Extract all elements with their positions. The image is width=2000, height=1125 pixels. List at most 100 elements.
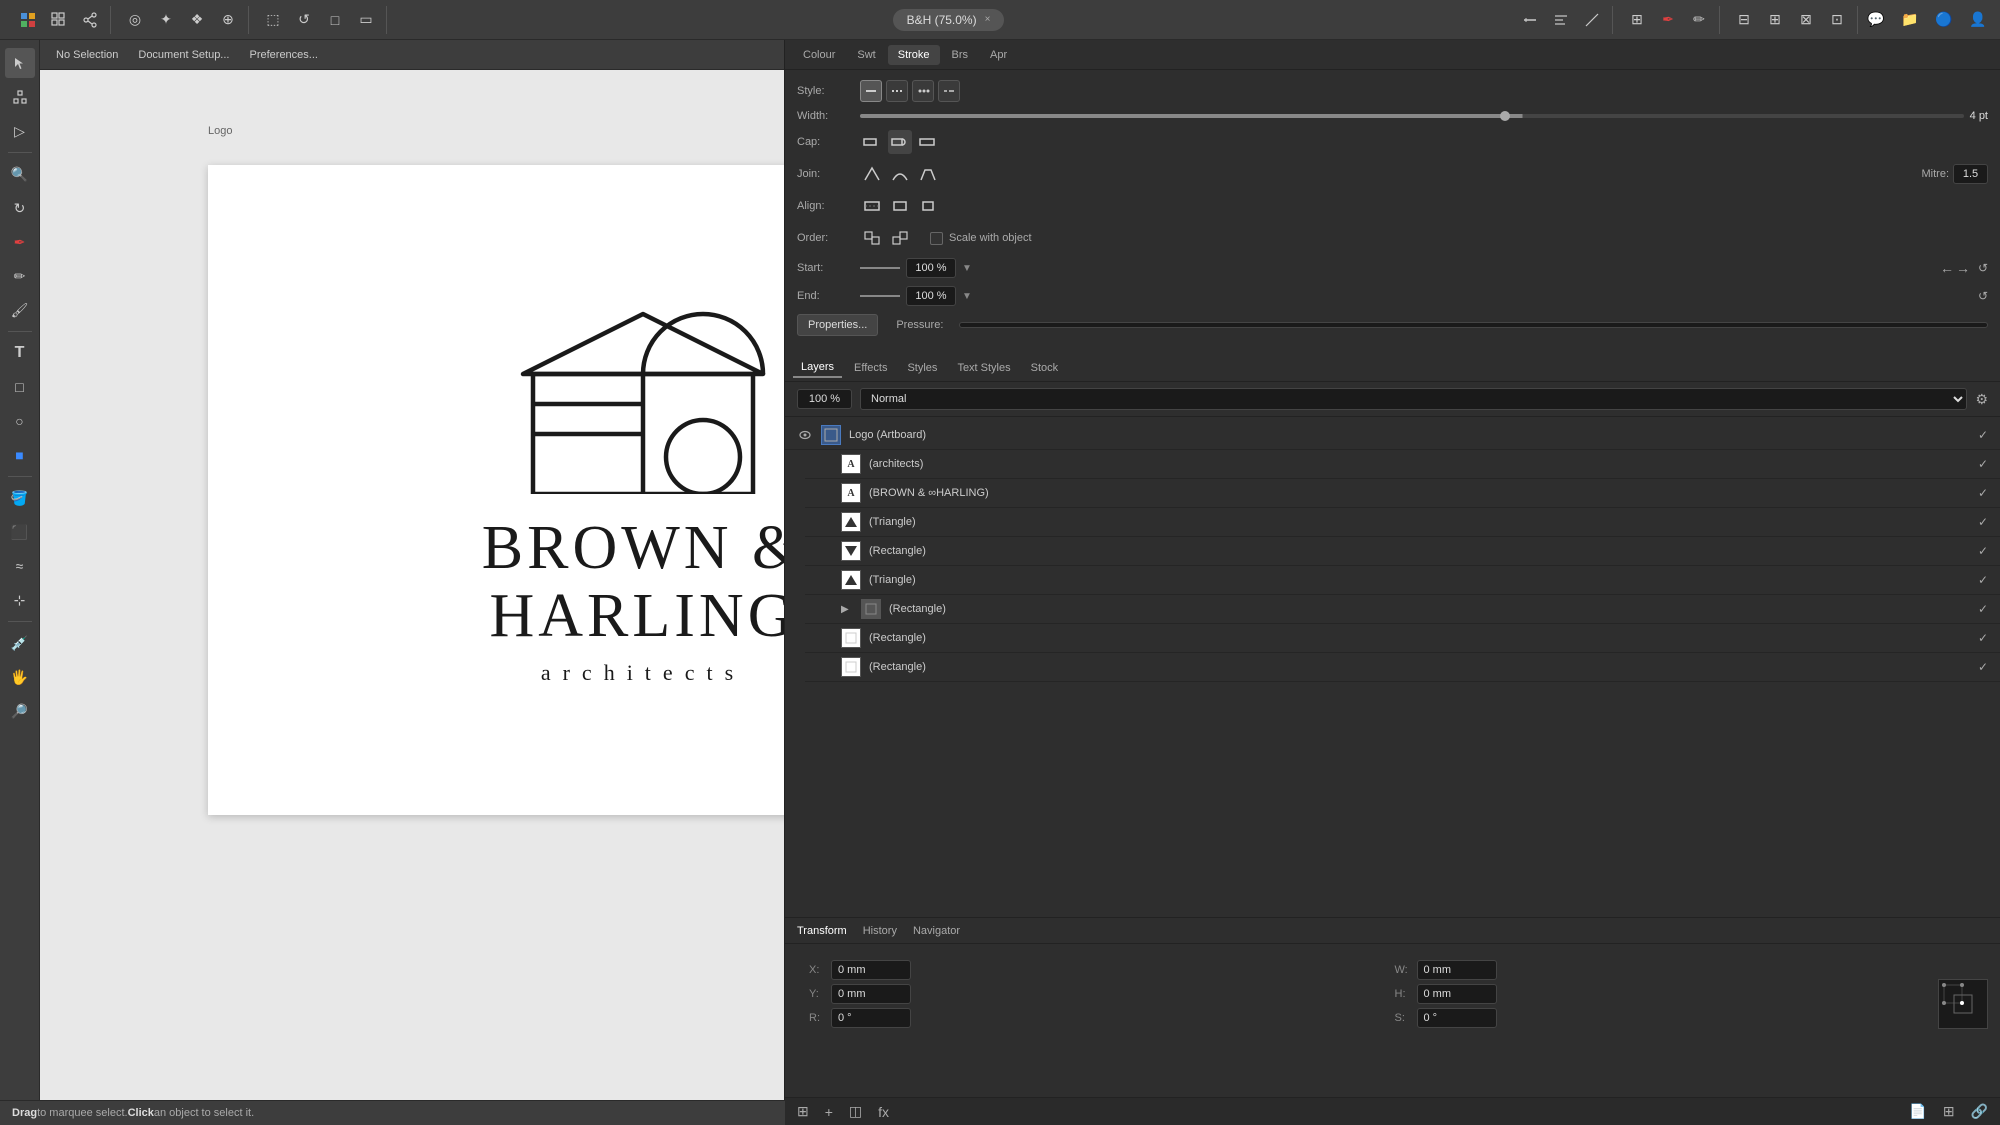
blend-mode-select[interactable]: Normal Multiply Screen xyxy=(860,388,1967,410)
edit-btn2[interactable]: ↺ xyxy=(290,6,318,34)
panel-btn2[interactable]: ⊞ xyxy=(1761,6,1789,34)
view-btn2[interactable]: ✦ xyxy=(152,6,180,34)
layer-brown-harling[interactable]: A (BROWN & ∞HARLING) ✓ xyxy=(805,479,2000,508)
stroke-style-solid[interactable] xyxy=(860,80,882,102)
document-setup-btn[interactable]: Document Setup... xyxy=(130,46,237,64)
edit-btn4[interactable]: ▭ xyxy=(352,6,380,34)
rect-tool[interactable]: ■ xyxy=(5,440,35,470)
add-layer-icon[interactable]: + xyxy=(821,1102,837,1122)
stroke-style-dots[interactable] xyxy=(912,80,934,102)
measure-btn[interactable] xyxy=(1578,6,1606,34)
pen-btn[interactable]: ✒ xyxy=(1654,6,1682,34)
sub-tab-text-styles[interactable]: Text Styles xyxy=(949,359,1018,377)
circle-btn[interactable]: 🔵 xyxy=(1930,6,1958,34)
layer-triangle1[interactable]: (Triangle) ✓ xyxy=(805,508,2000,537)
width-slider[interactable] xyxy=(860,114,1964,118)
user-btn[interactable]: 👤 xyxy=(1964,6,1992,34)
folder-btn[interactable]: 📁 xyxy=(1896,6,1924,34)
share-btn[interactable] xyxy=(76,6,104,34)
fx-icon[interactable]: fx xyxy=(874,1102,893,1122)
eyedropper-tool[interactable]: 💉 xyxy=(5,628,35,658)
view-btn1[interactable]: ◎ xyxy=(121,6,149,34)
select-tool[interactable] xyxy=(5,48,35,78)
fill-tool[interactable]: 🪣 xyxy=(5,483,35,513)
layer-expand-rect2[interactable]: ▶ xyxy=(841,604,853,615)
transform-tab-history[interactable]: History xyxy=(859,923,901,939)
grid-btn[interactable] xyxy=(45,6,73,34)
cap-butt[interactable] xyxy=(860,130,884,154)
tab-stroke[interactable]: Stroke xyxy=(888,45,940,65)
sub-tab-stock[interactable]: Stock xyxy=(1023,359,1067,377)
node-tool[interactable] xyxy=(5,82,35,112)
transform-tab-transform[interactable]: Transform xyxy=(793,923,851,939)
app-logo-btn[interactable] xyxy=(14,6,42,34)
slider-thumb[interactable] xyxy=(1500,111,1510,121)
pencil-tool[interactable]: ✏ xyxy=(5,261,35,291)
properties-btn[interactable]: Properties... xyxy=(797,314,878,336)
ellipse-tool[interactable]: ○ xyxy=(5,406,35,436)
mesh-tool[interactable]: ⊹ xyxy=(5,585,35,615)
sub-tab-styles[interactable]: Styles xyxy=(899,359,945,377)
zoom-tool[interactable]: 🔍 xyxy=(5,159,35,189)
rotate-tool[interactable]: ↻ xyxy=(5,193,35,223)
eraser-tool[interactable]: ⬛ xyxy=(5,517,35,547)
grid-view-btn[interactable]: ⊞ xyxy=(1623,6,1651,34)
order-btn1[interactable] xyxy=(860,226,884,250)
align-inside[interactable] xyxy=(860,194,884,218)
scale-checkbox[interactable] xyxy=(930,232,943,245)
layer-rect1[interactable]: (Rectangle) ✓ xyxy=(805,537,2000,566)
layer-rect2[interactable]: ▶ (Rectangle) ✓ xyxy=(805,595,2000,624)
grid2-icon[interactable]: ⊞ xyxy=(1939,1101,1959,1122)
tab-colour[interactable]: Colour xyxy=(793,45,845,65)
s-input[interactable]: 0 ° xyxy=(1417,1008,1497,1028)
align-btn[interactable] xyxy=(1547,6,1575,34)
no-selection-btn[interactable]: No Selection xyxy=(48,46,126,64)
tab-apr[interactable]: Apr xyxy=(980,45,1017,65)
stroke-style-custom[interactable] xyxy=(938,80,960,102)
start-arrow-left[interactable]: ← xyxy=(1940,260,1954,276)
sub-tab-effects[interactable]: Effects xyxy=(846,359,895,377)
layers-icon[interactable]: ⊞ xyxy=(793,1101,813,1122)
y-input[interactable]: 0 mm xyxy=(831,984,911,1004)
join-round[interactable] xyxy=(888,162,912,186)
end-pct-input[interactable]: 100 % xyxy=(906,286,956,306)
pen-tool[interactable]: ✒ xyxy=(5,227,35,257)
opacity-input[interactable]: 100 % xyxy=(797,389,852,409)
direct-select-tool[interactable]: ▷ xyxy=(5,116,35,146)
opacity-gear-icon[interactable]: ⚙ xyxy=(1975,391,1988,408)
edit-btn1[interactable]: ⬚ xyxy=(259,6,287,34)
start-pct-input[interactable]: 100 % xyxy=(906,258,956,278)
panel-btn1[interactable]: ⊟ xyxy=(1730,6,1758,34)
layer-eye-artboard[interactable] xyxy=(797,427,813,443)
layer-logo-artboard[interactable]: Logo (Artboard) ✓ xyxy=(785,421,2000,450)
start-arrow-right[interactable]: → xyxy=(1956,260,1970,276)
blend-tool[interactable]: ≈ xyxy=(5,551,35,581)
panel-btn3[interactable]: ⊠ xyxy=(1792,6,1820,34)
cap-round[interactable] xyxy=(888,130,912,154)
pen2-btn[interactable]: ✏ xyxy=(1685,6,1713,34)
align-outside[interactable] xyxy=(916,194,940,218)
shape-tool[interactable]: □ xyxy=(5,372,35,402)
edit-btn3[interactable]: □ xyxy=(321,6,349,34)
tab-swt[interactable]: Swt xyxy=(847,45,885,65)
stroke-style-dash[interactable] xyxy=(886,80,908,102)
tab-brs[interactable]: Brs xyxy=(942,45,979,65)
start-sync-btn[interactable]: ↺ xyxy=(1978,261,1988,275)
document-title-pill[interactable]: B&H (75.0%) × xyxy=(893,9,1005,31)
sub-tab-layers[interactable]: Layers xyxy=(793,358,842,378)
transform-tab-navigator[interactable]: Navigator xyxy=(909,923,964,939)
x-input[interactable]: 0 mm xyxy=(831,960,911,980)
view-btn3[interactable]: ❖ xyxy=(183,6,211,34)
search-zoom-tool[interactable]: 🔎 xyxy=(5,696,35,726)
canvas-area[interactable]: Logo BROW xyxy=(40,70,785,1100)
close-document-btn[interactable]: × xyxy=(985,14,991,25)
brush-tool[interactable]: 🖌 xyxy=(5,295,35,325)
ruler-btn[interactable] xyxy=(1516,6,1544,34)
r-input[interactable]: 0 ° xyxy=(831,1008,911,1028)
group-icon[interactable]: ◫ xyxy=(845,1101,866,1122)
mitre-value[interactable]: 1.5 xyxy=(1953,164,1988,184)
cap-square[interactable] xyxy=(916,130,940,154)
preferences-btn[interactable]: Preferences... xyxy=(241,46,325,64)
h-input[interactable]: 0 mm xyxy=(1417,984,1497,1004)
layer-triangle2[interactable]: (Triangle) ✓ xyxy=(805,566,2000,595)
